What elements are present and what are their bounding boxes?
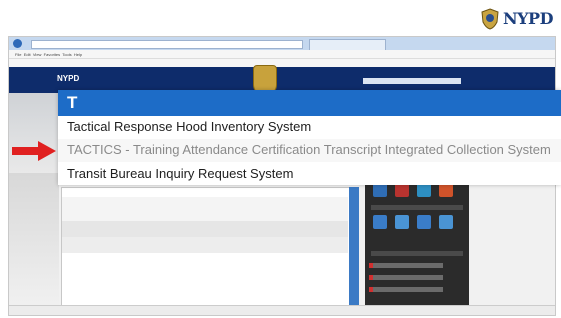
autocomplete-item-highlighted[interactable]: TACTICS - Training Attendance Certificat…	[67, 142, 551, 158]
site-search-input[interactable]	[363, 78, 461, 84]
app-icon[interactable]	[417, 183, 431, 197]
menu-file[interactable]: File	[15, 52, 21, 57]
app-icon[interactable]	[395, 215, 409, 229]
menu-help[interactable]: Help	[74, 52, 82, 57]
sidebar-link[interactable]	[373, 287, 443, 292]
browser-address-bar[interactable]	[31, 40, 303, 49]
app-icon[interactable]	[439, 215, 453, 229]
app-icon[interactable]	[373, 215, 387, 229]
autocomplete-item[interactable]: Tactical Response Hood Inventory System	[67, 119, 311, 135]
menu-edit[interactable]: Edit	[24, 52, 31, 57]
sidebar-section-header	[371, 251, 463, 256]
browser-back-icon[interactable]	[13, 39, 22, 48]
autocomplete-header	[58, 90, 561, 116]
side-background	[9, 173, 59, 315]
browser-menubar: File Edit View Favorites Tools Help	[9, 50, 555, 59]
app-icon[interactable]	[395, 183, 409, 197]
right-sidebar	[365, 177, 469, 315]
menu-tools[interactable]: Tools	[62, 52, 71, 57]
content-row	[62, 237, 348, 253]
sidebar-link[interactable]	[373, 263, 443, 268]
autocomplete-query-letter: T	[67, 93, 78, 112]
site-brand[interactable]: NYPD	[57, 74, 79, 83]
nypd-shield-icon	[481, 8, 499, 30]
menu-favorites[interactable]: Favorites	[44, 52, 60, 57]
app-icon[interactable]	[439, 183, 453, 197]
app-icon[interactable]	[417, 215, 431, 229]
content-row	[62, 197, 348, 221]
nypd-logo: NYPD	[480, 6, 558, 32]
menu-view[interactable]: View	[33, 52, 42, 57]
autocomplete-item[interactable]: Transit Bureau Inquiry Request System	[67, 166, 293, 182]
app-icon[interactable]	[373, 183, 387, 197]
sidebar-section-header	[371, 205, 463, 210]
logo-wordmark: NYPD	[503, 9, 553, 28]
content-row	[62, 221, 348, 237]
browser-status-bar	[9, 305, 555, 315]
panel-scrollbar[interactable]	[349, 187, 359, 305]
red-arrow-icon	[12, 141, 56, 161]
search-autocomplete-dropdown: T Tactical Response Hood Inventory Syste…	[58, 90, 561, 185]
sidebar-link[interactable]	[373, 275, 443, 280]
